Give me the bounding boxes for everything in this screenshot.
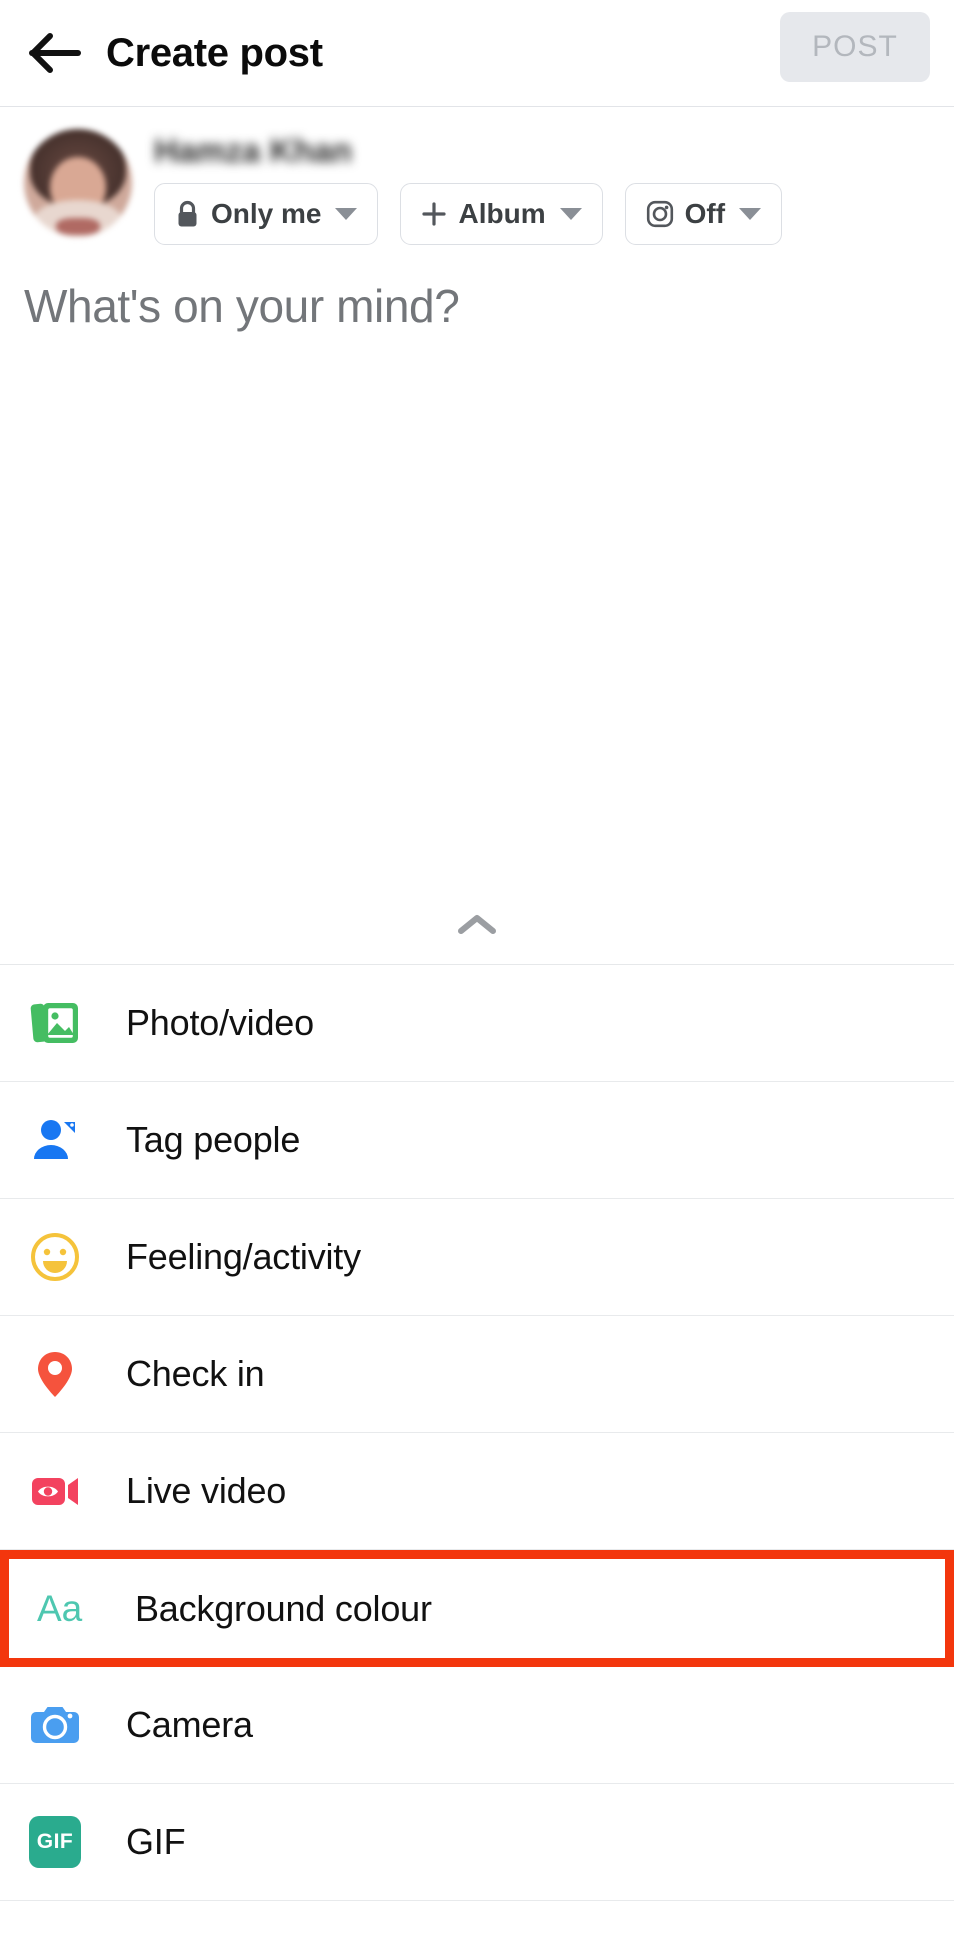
option-label: Check in: [126, 1353, 265, 1395]
header-bar: Create post POST: [0, 0, 954, 107]
check-in-icon: [26, 1345, 84, 1403]
option-label: Camera: [126, 1704, 253, 1746]
audience-chip-label: Only me: [211, 198, 322, 230]
option-camera[interactable]: Camera: [0, 1667, 954, 1785]
option-tag-people[interactable]: Tag people: [0, 1082, 954, 1200]
option-check-in[interactable]: Check in: [0, 1316, 954, 1434]
post-options-list: Photo/video Tag people Feeling/activity …: [0, 965, 954, 1902]
svg-text:Aa: Aa: [37, 1588, 83, 1629]
identity-row: Hamza Khan Only me Album Off: [24, 129, 930, 246]
option-gif[interactable]: GIF GIF: [0, 1784, 954, 1902]
option-feeling-activity[interactable]: Feeling/activity: [0, 1199, 954, 1317]
avatar[interactable]: [24, 129, 132, 237]
option-label: Photo/video: [126, 1002, 314, 1044]
identity-details: Hamza Khan Only me Album Off: [154, 129, 930, 246]
composer-chips-row: Only me Album Off: [154, 183, 930, 246]
create-post-screen: Create post POST Hamza Khan Only me Albu…: [0, 0, 954, 1933]
page-title: Create post: [106, 30, 323, 75]
option-live-video[interactable]: Live video: [0, 1433, 954, 1551]
chevron-down-icon: [739, 208, 762, 221]
photo-video-icon: [26, 994, 84, 1052]
option-label: Feeling/activity: [126, 1236, 361, 1278]
instagram-icon: [646, 200, 674, 228]
option-label: GIF: [126, 1821, 186, 1863]
sheet-collapse-handle[interactable]: [0, 885, 954, 966]
audience-chip[interactable]: Only me: [154, 183, 379, 246]
option-label: Background colour: [135, 1587, 432, 1629]
plus-icon: [421, 201, 447, 227]
gif-icon: GIF: [26, 1813, 84, 1871]
highlight-box: Aa Background colour: [0, 1550, 954, 1668]
lock-icon: [175, 200, 200, 229]
instagram-chip-label: Off: [684, 198, 726, 230]
album-chip-label: Album: [458, 198, 546, 230]
option-label: Live video: [126, 1470, 287, 1512]
gif-badge-label: GIF: [29, 1816, 81, 1869]
back-button[interactable]: [24, 22, 86, 84]
tag-people-icon: [26, 1111, 84, 1169]
arrow-left-icon: [28, 31, 82, 75]
option-label: Tag people: [126, 1119, 301, 1161]
instagram-chip[interactable]: Off: [624, 183, 783, 246]
chevron-down-icon: [335, 208, 358, 221]
option-background-colour[interactable]: Aa Background colour: [9, 1559, 945, 1659]
composer-section: Hamza Khan Only me Album Off: [0, 107, 954, 246]
background-colour-icon: Aa: [35, 1580, 93, 1638]
post-text-placeholder: What's on your mind?: [24, 280, 460, 333]
album-chip[interactable]: Album: [400, 183, 603, 246]
chevron-up-icon: [455, 912, 499, 938]
camera-icon: [26, 1696, 84, 1754]
user-name: Hamza Khan: [154, 132, 353, 169]
option-photo-video[interactable]: Photo/video: [0, 965, 954, 1083]
chevron-down-icon: [559, 208, 582, 221]
feeling-activity-icon: [26, 1228, 84, 1286]
post-button[interactable]: POST: [780, 12, 930, 82]
post-text-area[interactable]: What's on your mind?: [0, 245, 954, 885]
live-video-icon: [26, 1462, 84, 1520]
